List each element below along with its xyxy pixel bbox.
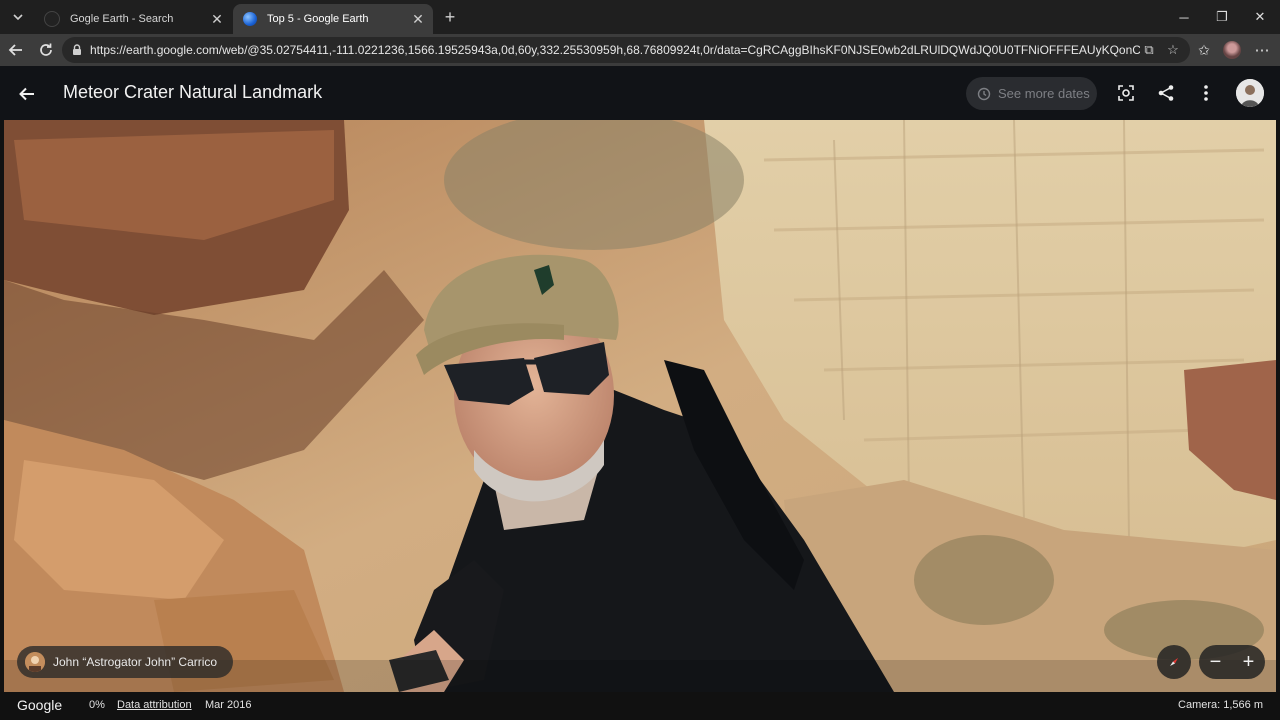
url-text[interactable]: https://earth.google.com/web/@35.0275441…	[90, 43, 1140, 57]
compass-button[interactable]	[1157, 645, 1191, 679]
close-tab-icon[interactable]: ✕	[208, 10, 226, 28]
compass-icon	[1170, 658, 1178, 666]
tab-top5-google-earth[interactable]: Top 5 - Google Earth ✕	[233, 4, 433, 34]
back-button[interactable]	[4, 38, 28, 62]
contributor-chip[interactable]: John “Astrogator John” Carrico	[17, 646, 234, 678]
tab-search-button[interactable]	[6, 5, 30, 29]
share-icon	[1158, 85, 1174, 101]
reload-button[interactable]	[34, 38, 58, 62]
tab-title: Top 5 - Google Earth	[267, 13, 369, 25]
panorama-image	[4, 120, 1276, 692]
account-avatar[interactable]	[1236, 79, 1264, 107]
favorites-icon: ✩	[1198, 41, 1210, 58]
minimize-button[interactable]: ─	[1166, 6, 1202, 28]
tab-google-earth-search[interactable]: Gogle Earth - Search ✕	[34, 4, 232, 34]
arrow-left-icon	[8, 44, 22, 56]
reload-icon	[40, 43, 52, 56]
google-search-favicon-icon	[44, 11, 60, 27]
contributor-avatar	[25, 652, 45, 672]
profile-avatar	[1223, 41, 1241, 59]
data-attribution-link[interactable]: Data attribution	[117, 699, 192, 711]
imagery-date: Mar 2016	[205, 699, 252, 711]
capture-icon	[1118, 85, 1134, 101]
tab-title: Gogle Earth - Search	[70, 13, 174, 25]
exit-street-view-button[interactable]	[14, 81, 40, 107]
history-icon	[977, 87, 991, 100]
share-button[interactable]	[1153, 80, 1179, 106]
address-bar[interactable]: https://earth.google.com/web/@35.0275441…	[62, 37, 1190, 63]
bookmark-star-icon[interactable]: ☆	[1164, 41, 1182, 59]
camera-altitude: Camera: 1,566 m	[1178, 699, 1263, 711]
more-options-button[interactable]	[1193, 80, 1219, 106]
street-view-panorama[interactable]	[4, 120, 1276, 692]
arrow-left-icon	[19, 87, 34, 101]
browser-menu-button[interactable]: ⋯	[1250, 38, 1274, 62]
zoom-out-button[interactable]: −	[1199, 645, 1232, 679]
see-more-dates-button[interactable]: See more dates	[966, 77, 1097, 110]
google-logo: Google	[17, 697, 63, 713]
see-more-dates-label: See more dates	[998, 86, 1090, 101]
browser-toolbar: https://earth.google.com/web/@35.0275441…	[0, 34, 1280, 66]
app-header: Meteor Crater Natural Landmark See more …	[0, 66, 1280, 120]
more-vert-icon	[1204, 85, 1208, 101]
loading-percent: 0%	[89, 699, 105, 711]
capture-button[interactable]	[1113, 80, 1139, 106]
contributor-name: John “Astrogator John” Carrico	[53, 655, 218, 669]
zoom-in-button[interactable]: +	[1232, 645, 1265, 679]
google-earth-app: Meteor Crater Natural Landmark See more …	[0, 66, 1280, 720]
app-install-icon[interactable]: ⧉	[1140, 41, 1158, 59]
restore-button[interactable]: ❐	[1204, 6, 1240, 28]
chevron-down-icon	[13, 14, 23, 21]
status-bar: Google 0% Data attribution Mar 2016 Came…	[0, 692, 1280, 720]
avatar-image	[1236, 79, 1264, 107]
favorites-button[interactable]: ✩	[1192, 38, 1216, 62]
more-horiz-icon: ⋯	[1254, 42, 1270, 59]
site-info-icon[interactable]	[70, 43, 84, 57]
close-tab-icon[interactable]: ✕	[409, 10, 427, 28]
close-window-button[interactable]: ✕	[1242, 6, 1278, 28]
google-earth-favicon-icon	[243, 12, 257, 26]
new-tab-button[interactable]: +	[439, 6, 461, 28]
profile-button[interactable]	[1220, 38, 1244, 62]
place-title: Meteor Crater Natural Landmark	[63, 82, 323, 102]
zoom-controls: − +	[1199, 645, 1265, 679]
browser-tab-strip: Gogle Earth - Search ✕ Top 5 - Google Ea…	[0, 0, 1280, 34]
